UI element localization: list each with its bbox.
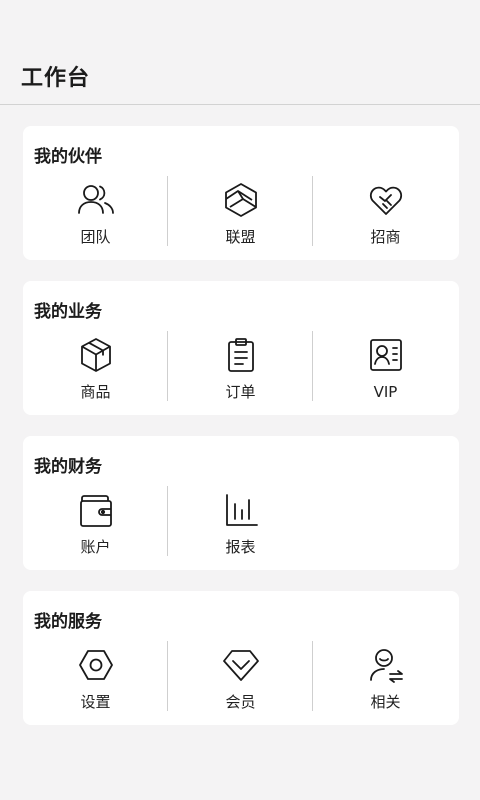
- item-label: 订单: [225, 383, 256, 401]
- section-finance: 我的财务 账户 报表: [23, 436, 459, 570]
- item-report[interactable]: 报表: [168, 486, 313, 558]
- section-title: 我的服务: [34, 612, 102, 632]
- section-partners: 我的伙伴 团队 联盟 招商: [23, 126, 459, 260]
- item-label: 账户: [80, 538, 111, 556]
- order-clipboard-icon: [221, 335, 261, 375]
- item-label: VIP: [373, 383, 398, 401]
- wallet-icon: [76, 490, 116, 530]
- page-title: 工作台: [21, 66, 91, 91]
- item-label: 招商: [370, 228, 401, 246]
- product-box-icon: [76, 335, 116, 375]
- recruit-icon: [366, 180, 406, 220]
- item-vip[interactable]: VIP: [313, 331, 458, 403]
- section-title: 我的财务: [34, 457, 102, 477]
- item-label: 报表: [225, 538, 256, 556]
- section-title: 我的业务: [34, 302, 102, 322]
- item-label: 商品: [80, 383, 111, 401]
- item-related[interactable]: 相关: [313, 641, 458, 713]
- item-team[interactable]: 团队: [23, 176, 168, 248]
- settings-hex-icon: [76, 645, 116, 685]
- bar-chart-icon: [221, 490, 261, 530]
- team-icon: [76, 180, 116, 220]
- header: 工作台: [0, 0, 480, 105]
- item-recruit[interactable]: 招商: [313, 176, 458, 248]
- item-label: 团队: [80, 228, 111, 246]
- item-order[interactable]: 订单: [168, 331, 313, 403]
- item-label: 设置: [80, 693, 111, 711]
- item-settings[interactable]: 设置: [23, 641, 168, 713]
- item-label: 相关: [370, 693, 401, 711]
- item-label: 联盟: [225, 228, 256, 246]
- user-switch-icon: [366, 645, 406, 685]
- section-business: 我的业务 商品 订单 VIP: [23, 281, 459, 415]
- diamond-icon: [221, 645, 261, 685]
- item-alliance[interactable]: 联盟: [168, 176, 313, 248]
- item-product[interactable]: 商品: [23, 331, 168, 403]
- section-title: 我的伙伴: [34, 147, 102, 167]
- item-membership[interactable]: 会员: [168, 641, 313, 713]
- item-label: 会员: [225, 693, 256, 711]
- section-services: 我的服务 设置 会员 相关: [23, 591, 459, 725]
- alliance-icon: [221, 180, 261, 220]
- vip-card-icon: [366, 335, 406, 375]
- item-account[interactable]: 账户: [23, 486, 168, 558]
